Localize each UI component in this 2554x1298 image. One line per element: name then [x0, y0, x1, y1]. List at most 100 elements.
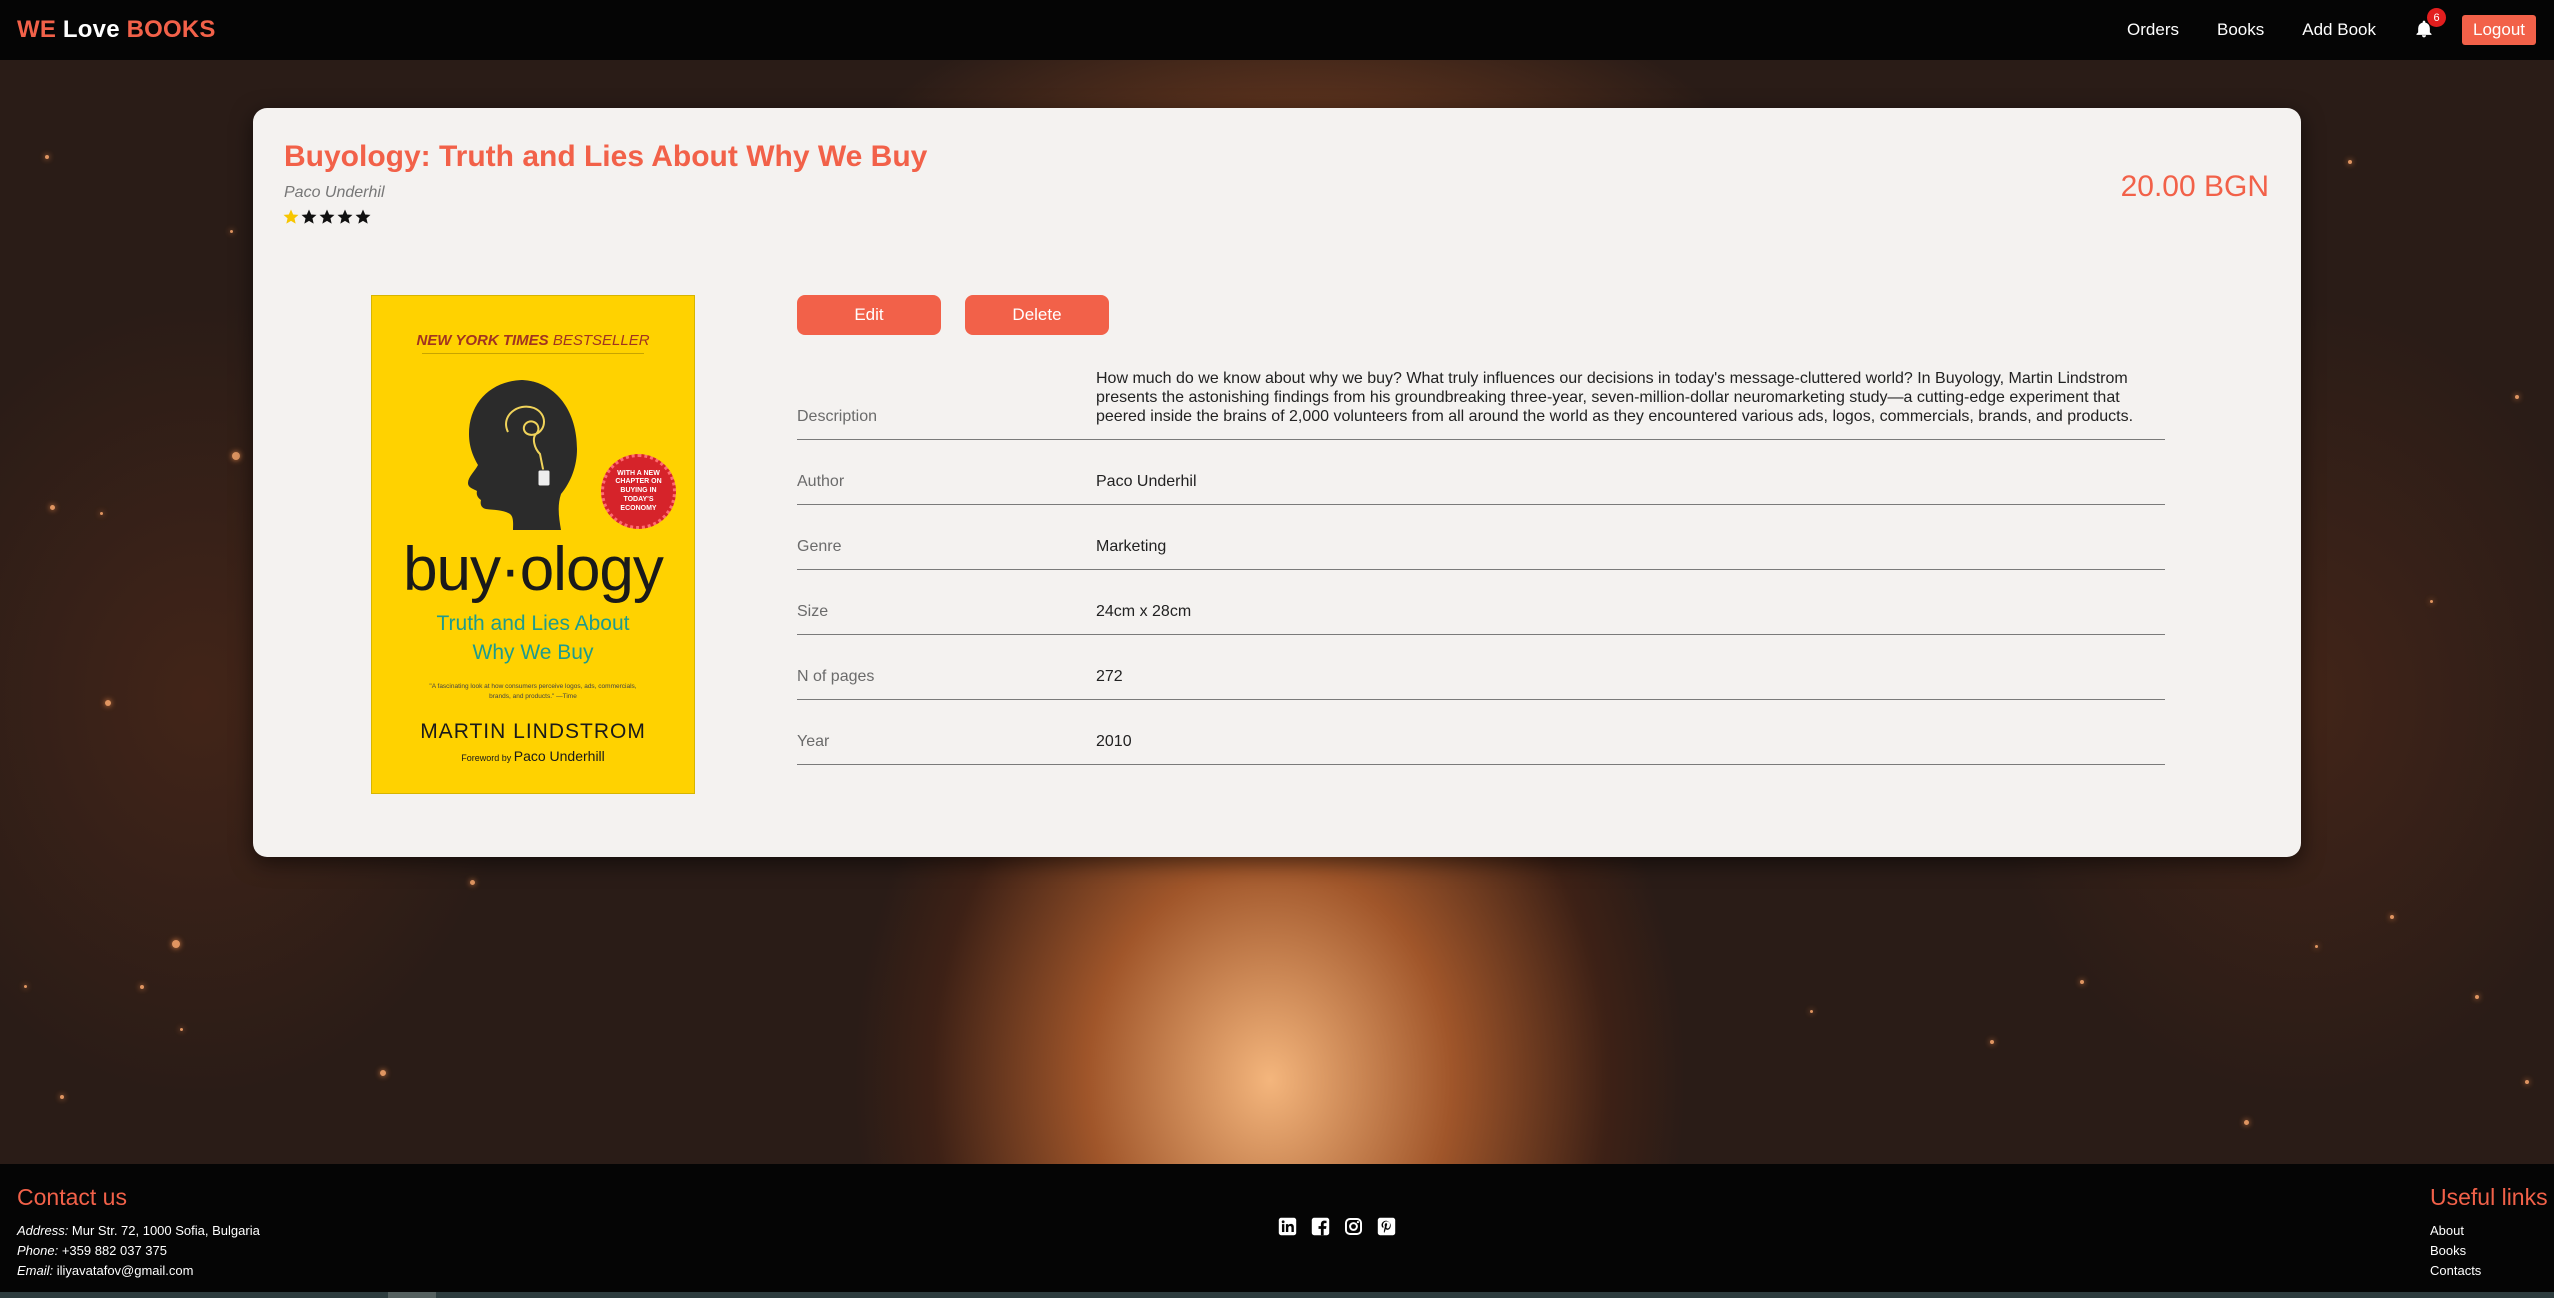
footer-contact: Contact us Address: Mur Str. 72, 1000 So…	[17, 1184, 260, 1281]
spark-particle	[2348, 160, 2352, 164]
spark-particle	[105, 700, 111, 706]
footer-link-contacts[interactable]: Contacts	[2430, 1261, 2548, 1281]
facebook-icon[interactable]	[1311, 1217, 1330, 1236]
spark-particle	[2244, 1120, 2249, 1125]
contact-phone: Phone: +359 882 037 375	[17, 1241, 260, 1261]
detail-value: Paco Underhil	[1096, 473, 1197, 490]
star-icon[interactable]	[318, 208, 336, 226]
social-links	[1278, 1217, 1410, 1236]
cover-quote: "A fascinating look at how consumers per…	[429, 683, 637, 700]
notification-badge: 6	[2427, 8, 2446, 27]
brand-logo[interactable]: WE Love BOOKS	[17, 16, 216, 44]
spark-particle	[230, 230, 233, 233]
star-icon[interactable]	[282, 208, 300, 226]
address-label: Address:	[17, 1223, 69, 1238]
detail-label: Size	[797, 603, 829, 620]
spark-particle	[2315, 945, 2318, 948]
spark-particle	[2430, 600, 2433, 603]
contact-address: Address: Mur Str. 72, 1000 Sofia, Bulgar…	[17, 1221, 260, 1241]
cover-foreword-prefix: Foreword by	[461, 753, 514, 763]
spark-particle	[24, 985, 27, 988]
cover-subtitle-line-1: Truth and Lies About	[436, 612, 630, 635]
nav-link-add-book[interactable]: Add Book	[2302, 20, 2376, 40]
detail-row-description: Description How much do we know about wh…	[797, 361, 2165, 440]
cover-foreword-name: Paco Underhill	[513, 748, 605, 764]
phone-label: Phone:	[17, 1243, 59, 1258]
cover-seal: WITH A NEW CHAPTER ON BUYING IN TODAY'S …	[601, 454, 676, 529]
detail-label: N of pages	[797, 668, 875, 685]
spark-particle	[2515, 395, 2519, 399]
spark-particle	[470, 880, 475, 885]
head-silhouette-icon	[468, 380, 577, 530]
detail-row-size: Size 24cm x 28cm	[797, 570, 2165, 635]
spark-particle	[180, 1028, 183, 1031]
edit-button[interactable]: Edit	[797, 295, 941, 335]
star-icon[interactable]	[336, 208, 354, 226]
cover-divider	[422, 353, 644, 354]
contact-heading: Contact us	[17, 1184, 127, 1210]
detail-value: 2010	[1096, 733, 1132, 750]
nav-link-books[interactable]: Books	[2217, 20, 2264, 40]
detail-value: 24cm x 28cm	[1096, 603, 1192, 620]
top-navbar: WE Love BOOKS Orders Books Add Book 6 Lo…	[0, 0, 2554, 60]
footer-link-about[interactable]: About	[2430, 1221, 2548, 1241]
star-icon[interactable]	[354, 208, 372, 226]
book-price: 20.00 BGN	[2120, 170, 2269, 203]
spark-particle	[100, 512, 103, 515]
star-rating[interactable]	[282, 208, 372, 226]
phone-value: +359 882 037 375	[58, 1243, 168, 1258]
detail-value: 272	[1096, 668, 1123, 685]
detail-row-pages: N of pages 272	[797, 635, 2165, 700]
spark-particle	[140, 985, 144, 989]
brand-we: WE	[17, 16, 57, 43]
detail-row-year: Year 2010	[797, 700, 2165, 765]
cover-author: MARTIN LINDSTROM	[420, 720, 646, 743]
star-icon[interactable]	[300, 208, 318, 226]
cover-foreword: Foreword by Paco Underhill	[372, 748, 694, 764]
book-author: Paco Underhil	[284, 184, 385, 201]
detail-row-author: Author Paco Underhil	[797, 440, 2165, 505]
notifications-button[interactable]: 6	[2414, 8, 2446, 41]
detail-label: Author	[797, 473, 845, 490]
spark-particle	[172, 940, 180, 948]
contact-email: Email: iliyavatafov@gmail.com	[17, 1261, 260, 1281]
details-table: Description How much do we know about wh…	[797, 361, 2165, 765]
spark-particle	[232, 452, 240, 460]
cover-nyt: NEW YORK TIMES	[416, 332, 549, 349]
book-title: Buyology: Truth and Lies About Why We Bu…	[284, 140, 928, 173]
spark-particle	[1810, 1010, 1813, 1013]
spark-particle	[2390, 915, 2394, 919]
delete-button[interactable]: Delete	[965, 295, 1109, 335]
brand-books: BOOKS	[126, 16, 216, 43]
spark-particle	[2525, 1080, 2529, 1084]
cover-bestseller-line: NEW YORK TIMES BESTSELLER	[372, 332, 694, 349]
detail-label: Year	[797, 733, 830, 750]
nav-link-orders[interactable]: Orders	[2127, 20, 2179, 40]
detail-row-genre: Genre Marketing	[797, 505, 2165, 570]
email-label: Email:	[17, 1263, 54, 1278]
spark-particle	[380, 1070, 386, 1076]
email-value: iliyavatafov@gmail.com	[53, 1263, 194, 1278]
logout-button[interactable]: Logout	[2462, 15, 2536, 45]
footer: Contact us Address: Mur Str. 72, 1000 So…	[0, 1164, 2554, 1298]
instagram-icon[interactable]	[1344, 1217, 1363, 1236]
footer-link-books[interactable]: Books	[2430, 1241, 2548, 1261]
spark-particle	[2475, 995, 2479, 999]
book-cover-image: NEW YORK TIMES BESTSELLER WITH A NEW CHA…	[371, 295, 695, 794]
address-value: Mur Str. 72, 1000 Sofia, Bulgaria	[68, 1223, 260, 1238]
detail-label: Genre	[797, 538, 842, 555]
spark-particle	[50, 505, 55, 510]
linkedin-icon[interactable]	[1278, 1217, 1297, 1236]
horizontal-scrollbar[interactable]	[0, 1292, 2554, 1298]
detail-value: How much do we know about why we buy? Wh…	[1096, 370, 2134, 425]
detail-value: Marketing	[1096, 538, 1167, 555]
spark-particle	[45, 155, 49, 159]
spark-particle	[1990, 1040, 1994, 1044]
useful-links-heading: Useful links	[2430, 1184, 2548, 1210]
cover-word: buy·ology	[403, 535, 664, 604]
cover-bestseller: BESTSELLER	[548, 332, 650, 349]
spark-particle	[60, 1095, 64, 1099]
cover-subtitle: Truth and Lies About Why We Buy	[372, 609, 694, 667]
brand-love: Love	[56, 16, 127, 43]
pinterest-icon[interactable]	[1377, 1217, 1396, 1236]
